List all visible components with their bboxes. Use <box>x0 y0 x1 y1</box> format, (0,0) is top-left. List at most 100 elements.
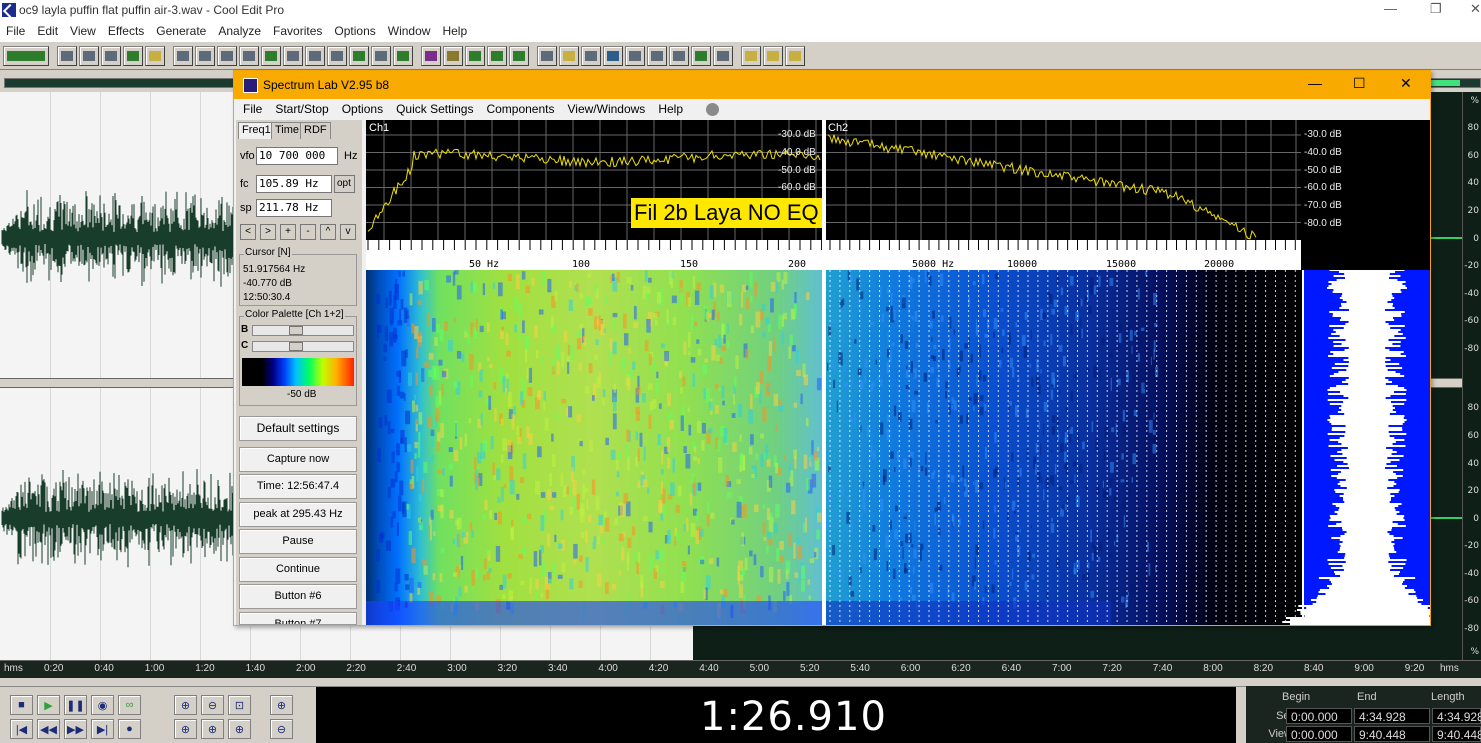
tab-time[interactable]: Time <box>271 122 304 139</box>
tracks-button[interactable] <box>691 45 711 66</box>
go-to-start-button[interactable]: |◀ <box>10 719 33 739</box>
mixer-button[interactable] <box>465 45 485 66</box>
save-as-button[interactable] <box>123 45 143 66</box>
peak-button[interactable]: peak at 295.43 Hz <box>239 502 357 527</box>
continue-button[interactable]: Continue <box>239 557 357 582</box>
effects-rack-button[interactable] <box>509 45 529 66</box>
zoom-out-icon[interactable]: ⊖ <box>201 695 224 715</box>
close-file-button[interactable] <box>145 45 165 66</box>
open-file-button[interactable] <box>79 45 99 66</box>
view-end-field[interactable]: 9:40.448 <box>1354 726 1430 742</box>
scroll-right-button[interactable]: > <box>260 224 276 240</box>
play-to-end-button[interactable]: ◉ <box>91 695 114 715</box>
save-file-button[interactable] <box>101 45 121 66</box>
sl-menu-quick-settings[interactable]: Quick Settings <box>396 102 473 116</box>
undo-button[interactable] <box>173 45 193 66</box>
scroll-up-button[interactable]: ^ <box>320 224 336 240</box>
view-begin-field[interactable]: 0:00.000 <box>1286 726 1352 742</box>
sel-end-field[interactable]: 4:34.928 <box>1354 708 1430 724</box>
menu-help[interactable]: Help <box>436 24 473 38</box>
spectrum-lab-title-bar[interactable]: Spectrum Lab V2.95 b8 — ☐ ✕ <box>234 71 1430 99</box>
menu-options[interactable]: Options <box>328 24 381 38</box>
zoom-in-icon[interactable]: ⊕ <box>174 695 197 715</box>
copy-button[interactable] <box>239 45 259 66</box>
menu-edit[interactable]: Edit <box>31 24 64 38</box>
menu-file[interactable]: File <box>0 24 31 38</box>
menu-generate[interactable]: Generate <box>150 24 212 38</box>
tab-freq1[interactable]: Freq1 <box>238 122 275 139</box>
scripts-button[interactable] <box>763 45 783 66</box>
loop-button[interactable]: ∞ <box>118 695 141 715</box>
info-button[interactable] <box>713 45 733 66</box>
settings-button[interactable] <box>741 45 761 66</box>
overview-selection[interactable] <box>1430 80 1460 86</box>
find-button[interactable] <box>393 45 413 66</box>
sel-begin-field[interactable]: 0:00.000 <box>1286 708 1352 724</box>
pause-button[interactable]: ❚❚ <box>64 695 87 715</box>
fc-options-button[interactable]: opt <box>334 175 355 193</box>
spectrum-display[interactable]: Ch1 Ch2 -30.0 dB -40.0 dB -50.0 dB -60.0… <box>366 120 1430 625</box>
zoom-left-icon[interactable]: ⊕ <box>174 719 197 739</box>
brightness-slider[interactable] <box>252 325 354 336</box>
capture-now-button[interactable]: Capture now <box>239 447 357 472</box>
button-6[interactable]: Button #6 <box>239 584 357 609</box>
default-settings-button[interactable]: Default settings <box>239 416 357 441</box>
view-frame-button[interactable] <box>581 45 601 66</box>
menu-view[interactable]: View <box>64 24 102 38</box>
go-to-end-button[interactable]: ▶| <box>91 719 114 739</box>
time-button[interactable]: Time: 12:56:47.4 <box>239 474 357 499</box>
record-button[interactable]: ● <box>118 719 141 739</box>
menu-effects[interactable]: Effects <box>102 24 150 38</box>
scroll-left-button[interactable]: < <box>240 224 256 240</box>
mix-paste-button[interactable] <box>349 45 369 66</box>
time-format-button[interactable] <box>647 45 667 66</box>
sl-minimize-icon[interactable]: — <box>1308 75 1322 91</box>
zoom-out-freq-button[interactable]: - <box>300 224 316 240</box>
zoom-selection-icon[interactable]: ⊕ <box>228 719 251 739</box>
sl-close-icon[interactable]: ✕ <box>1400 75 1412 92</box>
view-snap-button[interactable] <box>559 45 579 66</box>
multitrack-toggle-button[interactable] <box>3 45 49 66</box>
close-icon[interactable]: ✕ <box>1470 0 1481 18</box>
menu-favorites[interactable]: Favorites <box>267 24 328 38</box>
sl-menu-view-windows[interactable]: View/Windows <box>568 102 646 116</box>
zoom-in-vertical-icon[interactable]: ⊕ <box>270 695 293 715</box>
vfo-field[interactable]: 10 700 000 <box>256 147 338 165</box>
menu-window[interactable]: Window <box>382 24 437 38</box>
menu-analyze[interactable]: Analyze <box>212 24 267 38</box>
button-7[interactable]: Button #7 <box>239 612 357 625</box>
zoom-right-icon[interactable]: ⊕ <box>201 719 224 739</box>
pause-spectrum-button[interactable]: Pause <box>239 529 357 554</box>
sl-menu-help[interactable]: Help <box>658 102 683 116</box>
view-length-field[interactable]: 9:40.448 <box>1432 726 1481 742</box>
zoom-view-button[interactable] <box>625 45 645 66</box>
fc-field[interactable]: 105.89 Hz <box>256 175 332 193</box>
paste-new-button[interactable] <box>327 45 347 66</box>
fast-forward-button[interactable]: ▶▶ <box>64 719 87 739</box>
zoom-in-freq-button[interactable]: + <box>280 224 296 240</box>
paste-button[interactable] <box>305 45 325 66</box>
sp-field[interactable]: 211.78 Hz <box>256 199 332 217</box>
sl-menu-file[interactable]: File <box>243 102 262 116</box>
sel-length-field[interactable]: 4:34.928 <box>1432 708 1481 724</box>
play-list-button[interactable] <box>603 45 623 66</box>
cut-button[interactable] <box>283 45 303 66</box>
time-ruler[interactable]: hms 0:20 0:40 1:00 1:20 1:40 2:00 2:20 2:40 3:00 3… <box>0 660 1481 678</box>
tab-rdf[interactable]: RDF <box>300 122 331 139</box>
zoom-out-vertical-icon[interactable]: ⊖ <box>270 719 293 739</box>
sl-menu-options[interactable]: Options <box>342 102 383 116</box>
spectral-view-button[interactable] <box>443 45 463 66</box>
view-cues-button[interactable] <box>537 45 557 66</box>
stop-button[interactable]: ■ <box>10 695 33 715</box>
help-button[interactable] <box>785 45 805 66</box>
play-button[interactable]: ▶ <box>37 695 60 715</box>
rewind-button[interactable]: ◀◀ <box>37 719 60 739</box>
redo-button[interactable] <box>195 45 215 66</box>
contrast-slider[interactable] <box>252 341 354 352</box>
samples-format-button[interactable] <box>669 45 689 66</box>
color-palette-bar[interactable] <box>242 358 354 386</box>
track-equalizer-button[interactable] <box>487 45 507 66</box>
scroll-down-button[interactable]: v <box>340 224 356 240</box>
sl-menu-start-stop[interactable]: Start/Stop <box>275 102 328 116</box>
copy-new-button[interactable] <box>261 45 281 66</box>
